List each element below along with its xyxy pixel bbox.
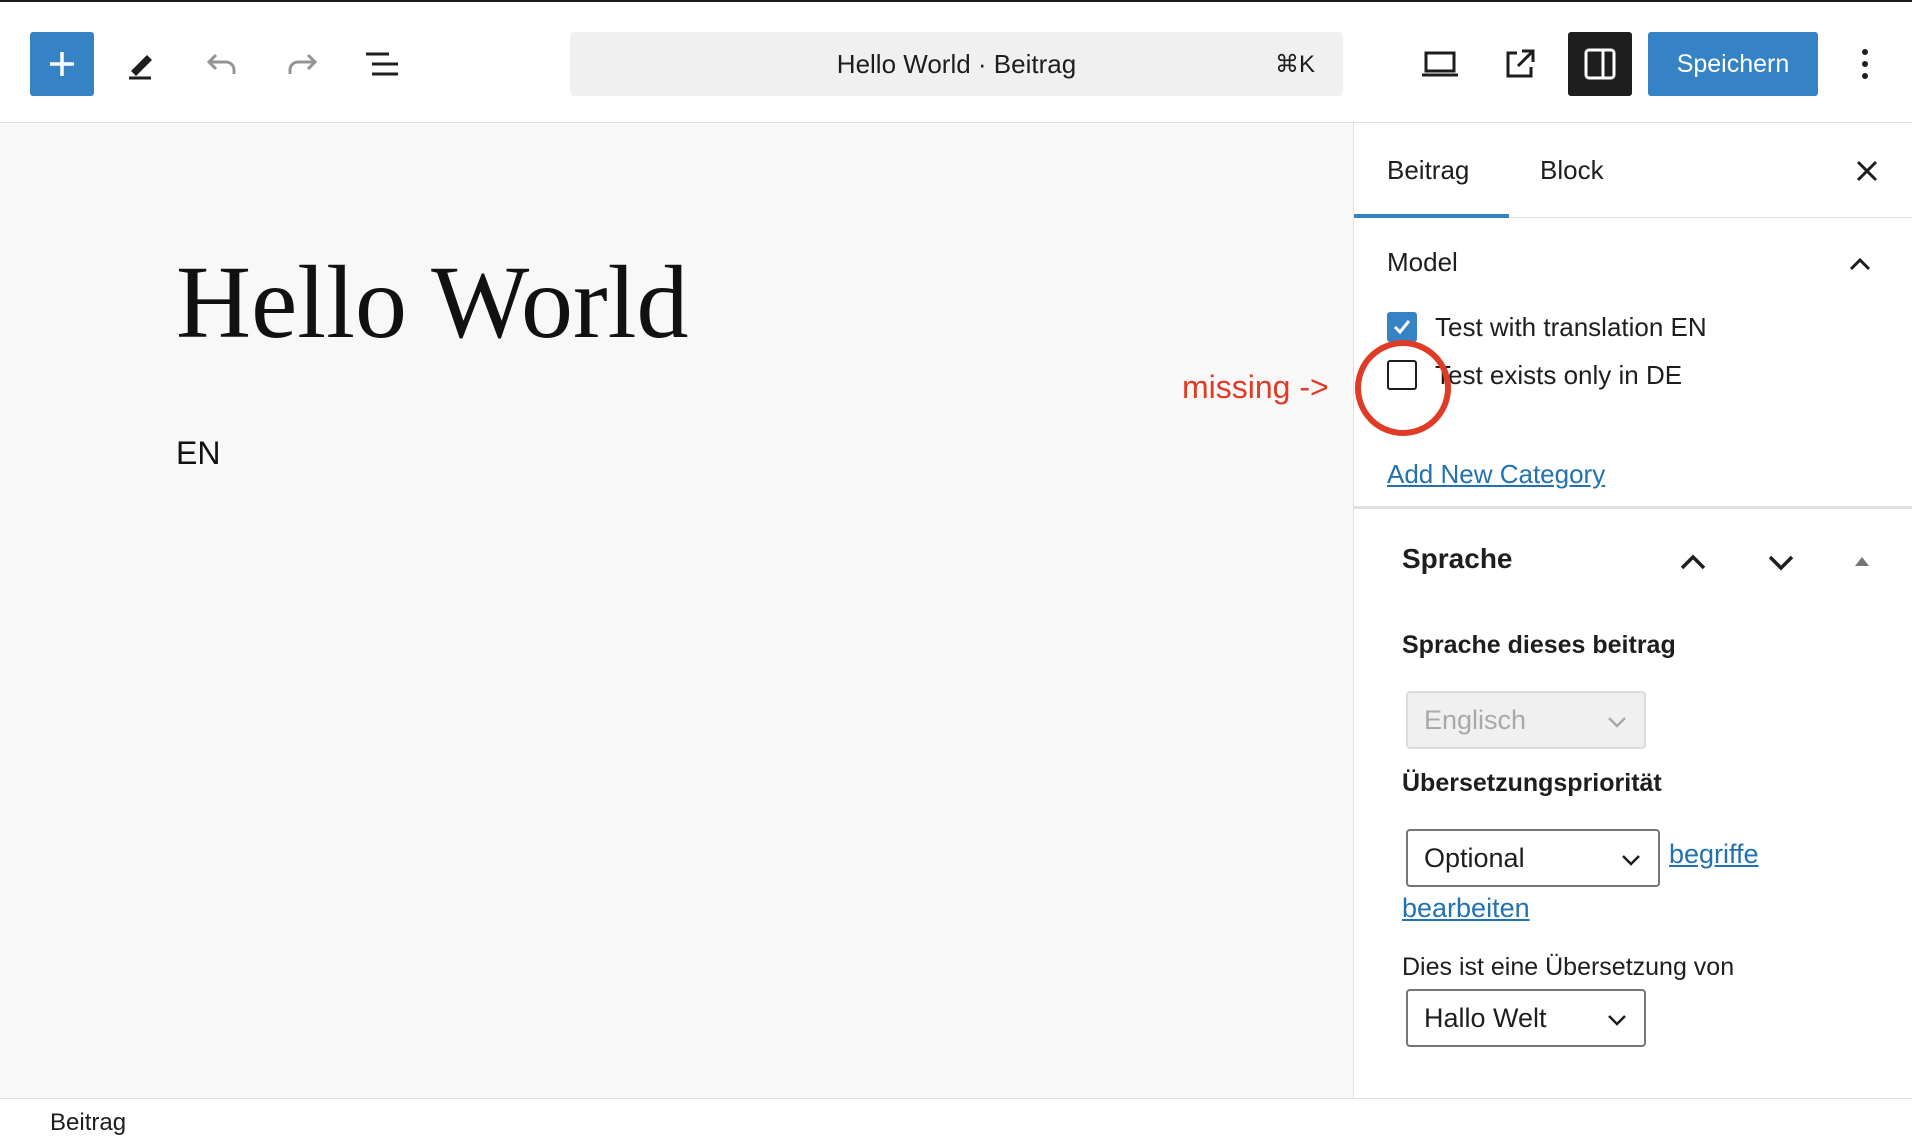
list-view-icon	[366, 52, 398, 76]
redo-button[interactable]	[274, 36, 330, 92]
active-tab-indicator	[1354, 214, 1509, 218]
view-post-button[interactable]	[1492, 36, 1548, 92]
paragraph-block[interactable]: EN	[176, 435, 220, 472]
language-panel: Sprache Sprache dieses beitrag Englisch …	[1354, 513, 1912, 1098]
tools-button[interactable]	[114, 36, 170, 92]
translation-of-select[interactable]: Hallo Welt	[1406, 989, 1646, 1047]
edit-terms-link-continued[interactable]: bearbeiten	[1402, 893, 1530, 924]
category-label: Test exists only in DE	[1435, 359, 1683, 390]
breadcrumb[interactable]: Beitrag	[50, 1109, 126, 1137]
top-toolbar: Hello World · Beitrag ⌘K Speichern	[0, 0, 1912, 123]
preview-button[interactable]	[1412, 36, 1468, 92]
undo-icon	[206, 53, 236, 74]
language-panel-title: Sprache	[1402, 543, 1513, 574]
toggle-panel-button[interactable]	[1850, 549, 1874, 573]
priority-select-value: Optional	[1424, 842, 1525, 873]
model-panel-title[interactable]: Model	[1387, 247, 1458, 278]
priority-label: Übersetzungspriorität	[1402, 769, 1662, 797]
language-select-value: Englisch	[1424, 704, 1527, 735]
category-item[interactable]: Test exists only in DE	[1387, 359, 1682, 391]
tab-post[interactable]: Beitrag	[1387, 123, 1469, 218]
close-icon	[1856, 160, 1878, 182]
plus-icon	[50, 52, 74, 76]
chevron-down-icon	[1622, 855, 1640, 866]
pencil-icon	[129, 55, 152, 80]
chevron-up-icon	[1849, 257, 1871, 271]
settings-sidebar: Beitrag Block Model Test with translatio…	[1353, 123, 1912, 1098]
undo-button[interactable]	[194, 36, 250, 92]
annotation-text: missing ->	[1182, 369, 1329, 405]
category-checkbox[interactable]	[1387, 360, 1417, 390]
options-menu-button[interactable]	[1840, 36, 1890, 92]
document-title: Hello World · Beitrag	[836, 48, 1077, 79]
category-checkbox-checked[interactable]	[1387, 312, 1417, 342]
sidebar-tabs: Beitrag Block	[1354, 123, 1912, 218]
editor-canvas: Hello World EN missing ->	[0, 123, 1353, 1098]
desktop-view-icon	[1422, 51, 1458, 77]
sidebar-toggle-icon	[1584, 48, 1616, 80]
category-item[interactable]: Test with translation EN	[1387, 311, 1707, 343]
command-shortcut: ⌘K	[1274, 51, 1315, 78]
triangle-up-icon	[1855, 557, 1869, 566]
post-title[interactable]: Hello World	[176, 243, 689, 362]
footer-bar: Beitrag	[0, 1098, 1912, 1144]
chevron-down-icon	[1768, 555, 1794, 571]
category-label: Test with translation EN	[1435, 311, 1707, 342]
add-block-button[interactable]	[30, 32, 94, 96]
move-up-button[interactable]	[1676, 545, 1710, 579]
tab-block[interactable]: Block	[1540, 123, 1604, 218]
close-sidebar-button[interactable]	[1849, 153, 1885, 189]
translation-of-label: Dies ist eine Übersetzung von	[1402, 953, 1735, 981]
add-new-category-link[interactable]: Add New Category	[1387, 459, 1605, 490]
chevron-down-icon	[1608, 717, 1626, 728]
command-palette-bar[interactable]: Hello World · Beitrag ⌘K	[570, 32, 1343, 96]
checkmark-icon	[1393, 320, 1411, 335]
language-label: Sprache dieses beitrag	[1402, 631, 1676, 659]
language-select: Englisch	[1406, 691, 1646, 749]
kebab-menu-icon	[1862, 49, 1868, 79]
move-down-button[interactable]	[1764, 545, 1798, 579]
redo-icon	[288, 53, 318, 74]
list-view-button[interactable]	[354, 36, 410, 92]
model-panel: Model Test with translation EN Test exis…	[1354, 219, 1912, 509]
edit-terms-link[interactable]: begriffe	[1669, 839, 1759, 870]
priority-select[interactable]: Optional	[1406, 829, 1660, 887]
external-link-icon	[1506, 49, 1535, 78]
collapse-model-button[interactable]	[1845, 249, 1875, 279]
translation-of-value: Hallo Welt	[1424, 1002, 1547, 1033]
chevron-up-icon	[1680, 554, 1706, 570]
settings-toggle-button[interactable]	[1568, 32, 1632, 96]
save-button[interactable]: Speichern	[1648, 32, 1818, 96]
chevron-down-icon	[1608, 1015, 1626, 1026]
